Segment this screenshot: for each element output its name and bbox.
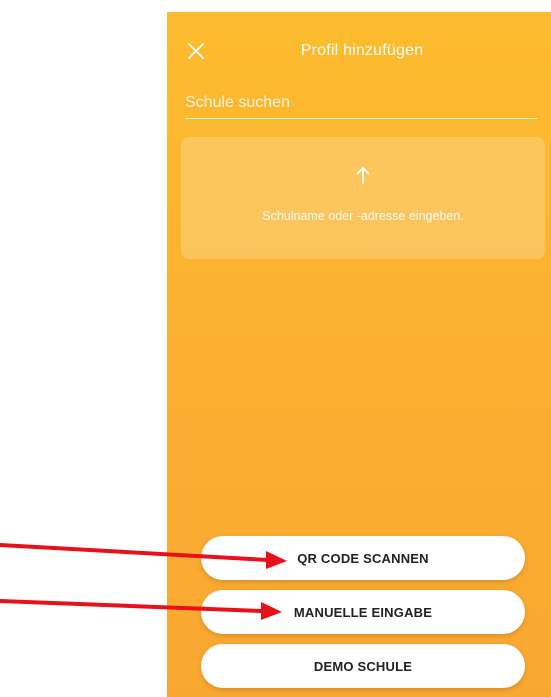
school-search-input[interactable] xyxy=(185,90,537,116)
qr-code-scan-button[interactable]: QR CODE SCANNEN xyxy=(201,536,525,580)
screenshot-stage: Profil hinzufügen Schulname oder -adress… xyxy=(0,0,551,697)
manual-entry-button[interactable]: MANUELLE EINGABE xyxy=(201,590,525,634)
search-field[interactable] xyxy=(185,90,537,119)
demo-school-label: DEMO SCHULE xyxy=(313,658,413,674)
manual-entry-label: MANUELLE EINGABE xyxy=(293,604,433,620)
add-profile-screen: Profil hinzufügen Schulname oder -adress… xyxy=(167,12,551,697)
search-hint-card: Schulname oder -adresse eingeben. xyxy=(181,137,545,259)
hint-arrow-wrap xyxy=(181,165,545,190)
page-title: Profil hinzufügen xyxy=(300,42,424,59)
demo-school-button[interactable]: DEMO SCHULE xyxy=(201,644,525,688)
arrow-up-icon xyxy=(356,167,370,184)
search-hint-text: Schulname oder -adresse eingeben. xyxy=(262,209,464,223)
qr-code-scan-label: QR CODE SCANNEN xyxy=(297,550,429,566)
